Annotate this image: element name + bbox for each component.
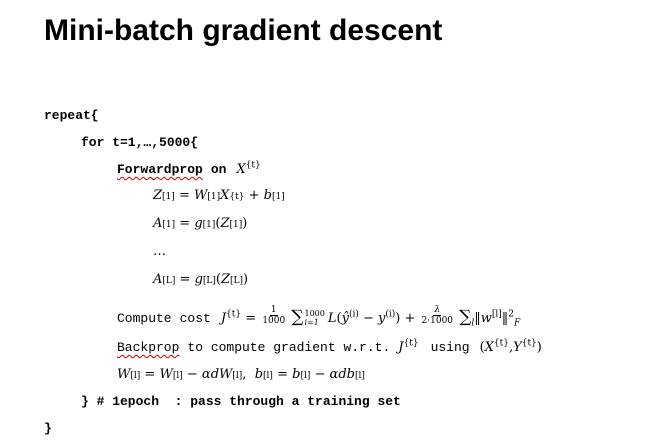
backprop-word: Backprop bbox=[117, 340, 180, 355]
cost-word: cost bbox=[179, 311, 211, 326]
update-equation: W [l] = W [l] − αdW [l], b [l] = b [l] − αdb[… bbox=[117, 367, 365, 382]
backprop-rest: to compute gradient w.r.t. bbox=[187, 340, 391, 355]
repeat-line: repeat{ bbox=[44, 108, 99, 123]
final-brace-line: } bbox=[44, 421, 52, 436]
epoch-line: } # 1epoch : pass through a training set bbox=[81, 394, 401, 409]
epoch-comment: } # 1epoch : pass through a training set bbox=[81, 394, 401, 409]
cost-formula: J{t} = 1 1000 ∑ 1000 i=1 L(ŷ(i) − y(i)) + λ2… bbox=[220, 305, 521, 329]
a1-equation: A [1] = g [1](Z [1]) bbox=[153, 216, 248, 231]
xy-pair: (X{t},Y{t}) bbox=[479, 338, 542, 355]
backprop-line: Backprop to compute gradient w.r.t. J{t}… bbox=[117, 338, 542, 355]
using-word: using bbox=[430, 340, 470, 355]
ellipsis: … bbox=[153, 244, 166, 259]
cost-line: Compute cost J{t} = 1 1000 ∑ 1000 i=1 L(ŷ(i)… bbox=[117, 305, 521, 329]
page-title: Mini-batch gradient descent bbox=[44, 14, 443, 47]
compute-word: Compute bbox=[117, 311, 172, 326]
z1-equation: Z [1] = W [1] X {t} + b [1] bbox=[153, 188, 285, 203]
forwardprop-on: on bbox=[210, 162, 227, 177]
for-loop-line: for t=1,…,5000{ bbox=[81, 135, 198, 150]
forwardprop-line: Forwardprop on X{t} bbox=[117, 160, 261, 177]
j-t-term: J{t} bbox=[398, 338, 419, 355]
final-brace: } bbox=[44, 421, 52, 436]
forwardprop-word: Forwardprop bbox=[117, 162, 203, 177]
ellipsis-line: … bbox=[153, 244, 166, 259]
repeat-keyword: repeat{ bbox=[44, 108, 99, 123]
aL-equation: A [L] = g [L](Z [L]) bbox=[153, 272, 249, 287]
x-t-term: X{t} bbox=[236, 160, 261, 177]
for-loop-text: for t=1,…,5000{ bbox=[81, 135, 199, 150]
